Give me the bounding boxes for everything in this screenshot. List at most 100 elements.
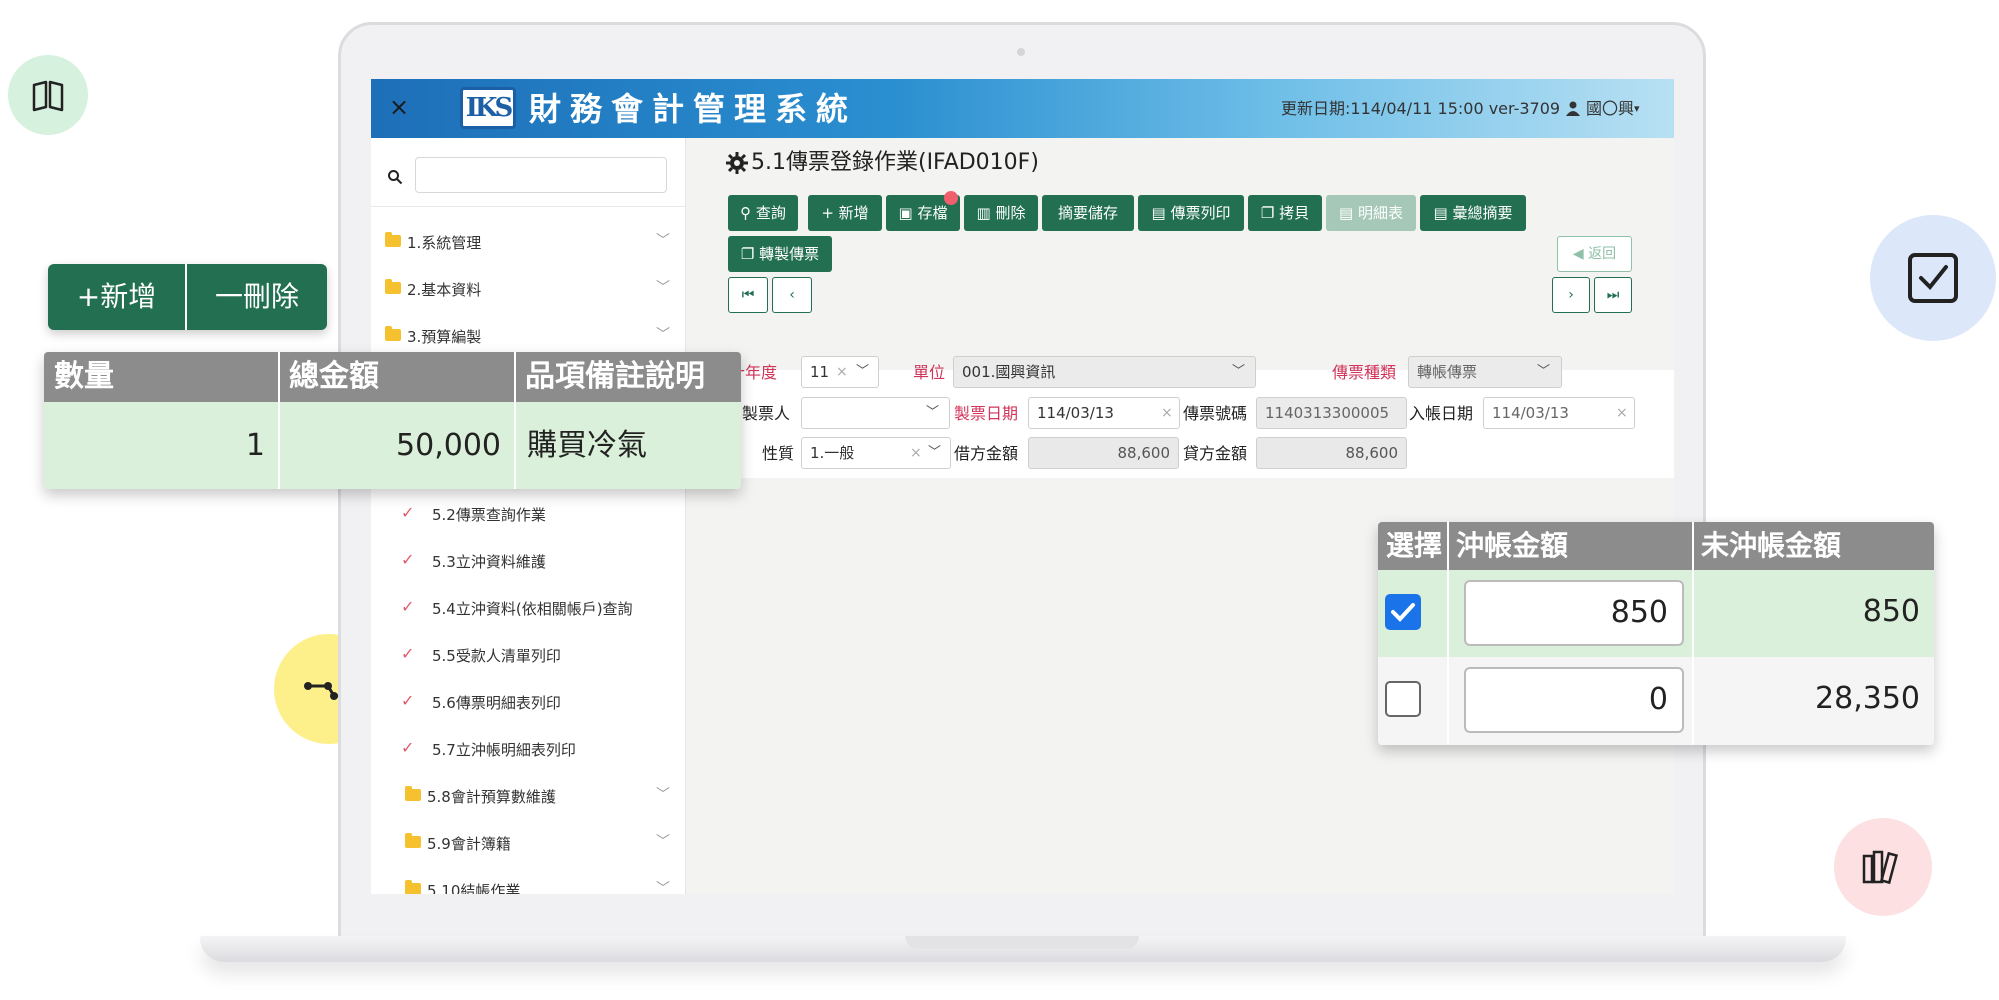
sidebar-item-label: 1.系統管理 [407,234,482,252]
offset-amount-input[interactable]: 850 [1464,580,1684,646]
nature-value: 1.一般 [810,444,855,462]
convert-voucher-label: 轉製傳票 [759,245,820,263]
sidebar-subitem-label: 5.2傳票查詢作業 [432,506,546,524]
summary-save-label: 摘要儲存 [1057,204,1118,222]
credit-label: 貸方金額 [1183,444,1248,463]
sidebar-item-ledger[interactable]: 5.9會計簿籍 ﹀ [371,821,685,865]
remaining-amount: 28,350 [1815,681,1920,716]
add-button[interactable]: + 新增 [808,195,882,231]
sidebar-subitem-offset-detail-print[interactable]: ✓ 5.7立沖帳明細表列印 [371,727,685,771]
chevron-down-icon: ﹀ [656,327,670,343]
column-header-select: 選擇 [1378,522,1448,570]
unit-select[interactable]: 001.國興資訊 ﹀ [953,356,1256,388]
chevron-down-icon: ﹀ [856,364,870,379]
column-header-total: 總金額 [279,352,515,402]
company-logo: IKS [460,87,516,129]
remaining-amount: 850 [1862,594,1920,629]
folder-icon [385,279,401,294]
unit-label: 單位 [913,363,946,382]
chevron-down-icon: ﹀ [656,881,670,894]
delete-button[interactable]: ▥ 刪除 [964,195,1038,231]
offset-amount-input[interactable]: 0 [1464,667,1684,733]
sidebar-item-label: 5.10結帳作業 [427,882,521,894]
copy-icon: ❐ [1260,204,1280,222]
detail-table-label: 明細表 [1357,204,1403,222]
sidebar-item-system[interactable]: 1.系統管理 ﹀ [371,220,685,264]
sidebar-subitem-offset-maintain[interactable]: ✓ 5.3立沖資料維護 [371,539,685,583]
detail-table-button[interactable]: ▤ 明細表 [1326,195,1416,231]
sidebar-subitem-voucher-query[interactable]: ✓ 5.2傳票查詢作業 [371,492,685,536]
query-button[interactable]: ⚲ 查詢 [728,195,798,231]
voucher-no-input[interactable]: 1140313300005 [1256,397,1407,429]
unsaved-indicator [944,191,958,205]
maker-select[interactable]: ﹀ [801,397,950,429]
make-date-value: 114/03/13 [1037,404,1114,422]
book-circle [8,55,88,135]
sidebar-item-budget-maintain[interactable]: 5.8會計預算數維護 ﹀ [371,774,685,818]
prev-record-button[interactable]: ‹ [772,277,812,313]
overlay-add-button[interactable]: +新增 [48,264,185,330]
make-date-label: 製票日期 [954,404,1019,423]
chevron-down-icon: ﹀ [656,280,670,296]
debit-label: 借方金額 [954,444,1019,463]
search-icon: ⚲ [740,204,756,222]
folder-icon [385,232,401,247]
system-title: 財務會計管理系統 [529,90,858,128]
chevron-down-icon: ﹀ [656,233,670,249]
last-record-button[interactable]: ⏭ [1594,277,1632,313]
sidebar-item-basic-data[interactable]: 2.基本資料 ﹀ [371,267,685,311]
copy-button[interactable]: ❐ 拷貝 [1248,195,1322,231]
convert-voucher-button[interactable]: ❐ 轉製傳票 [728,236,832,272]
voucher-type-select[interactable]: 轉帳傳票 ﹀ [1408,356,1562,388]
nature-select[interactable]: 1.一般 × ﹀ [801,437,951,469]
column-header-remark: 品項備註說明 [515,352,741,402]
sidebar-subitem-voucher-detail-print[interactable]: ✓ 5.6傳票明細表列印 [371,680,685,724]
sidebar-subitem-offset-query[interactable]: ✓ 5.4立沖資料(依相關帳戶)查詢 [371,586,685,630]
app-header: × IKS 財務會計管理系統 更新日期:114/04/11 15:00 ver-… [371,79,1674,138]
sidebar-search-input[interactable] [415,157,667,193]
first-record-button[interactable]: ⏮ [728,277,768,313]
user-menu[interactable]: 國〇興 [1586,99,1634,119]
voucher-print-button[interactable]: ▤ 傳票列印 [1138,195,1244,231]
credit-value: 88,600 [1345,444,1399,462]
close-button[interactable]: × [385,93,413,121]
check-icon: ✓ [401,738,415,757]
chevron-down-icon: ﹀ [656,787,670,803]
row-checkbox[interactable] [1385,681,1421,717]
offset-table: 選擇 沖帳金額 未沖帳金額 850 850 0 28,350 [1378,522,1934,745]
folder-icon [385,326,401,341]
check-icon: ✓ [401,644,415,663]
fiscal-year-select[interactable]: 11 × ﹀ [801,356,879,388]
folder-icon [405,833,421,848]
next-record-button[interactable]: › [1552,277,1590,313]
unit-value: 001.國興資訊 [962,363,1056,381]
back-button[interactable]: ◀ 返回 [1557,236,1632,272]
user-icon [1566,101,1580,116]
sidebar-item-closing[interactable]: 5.10結帳作業 ﹀ [371,868,685,894]
overlay-delete-button[interactable]: 一刪除 [187,264,327,330]
chevron-down-icon[interactable]: ▾ [1634,99,1640,119]
checkbox-circle [1870,215,1996,341]
check-icon: ✓ [401,691,415,710]
book-icon [32,80,64,112]
column-header-quantity: 數量 [44,352,279,402]
chevron-down-icon: ﹀ [656,834,670,850]
entry-date-input[interactable]: 114/03/13 × [1483,397,1635,429]
check-icon: ✓ [401,503,415,522]
divider [514,352,516,489]
entry-date-label: 入帳日期 [1409,404,1474,423]
chevron-left-icon: ‹ [789,287,795,303]
sidebar-subitem-payee-print[interactable]: ✓ 5.5受款人清單列印 [371,633,685,677]
check-icon: ✓ [401,597,415,616]
chevron-down-icon: ﹀ [1232,364,1246,379]
summary-total-button[interactable]: ▤ 彙總摘要 [1420,195,1526,231]
credit-amount: 88,600 [1256,437,1407,469]
save-icon: ▣ [898,204,918,222]
nature-label: 性質 [762,444,795,463]
clear-icon: × [1616,405,1628,421]
printer-icon: ▤ [1433,204,1453,222]
make-date-input[interactable]: 114/03/13 × [1028,397,1180,429]
add-label: 新增 [838,204,869,222]
row-checkbox[interactable] [1385,594,1421,630]
summary-save-button[interactable]: 摘要儲存 [1042,195,1134,231]
